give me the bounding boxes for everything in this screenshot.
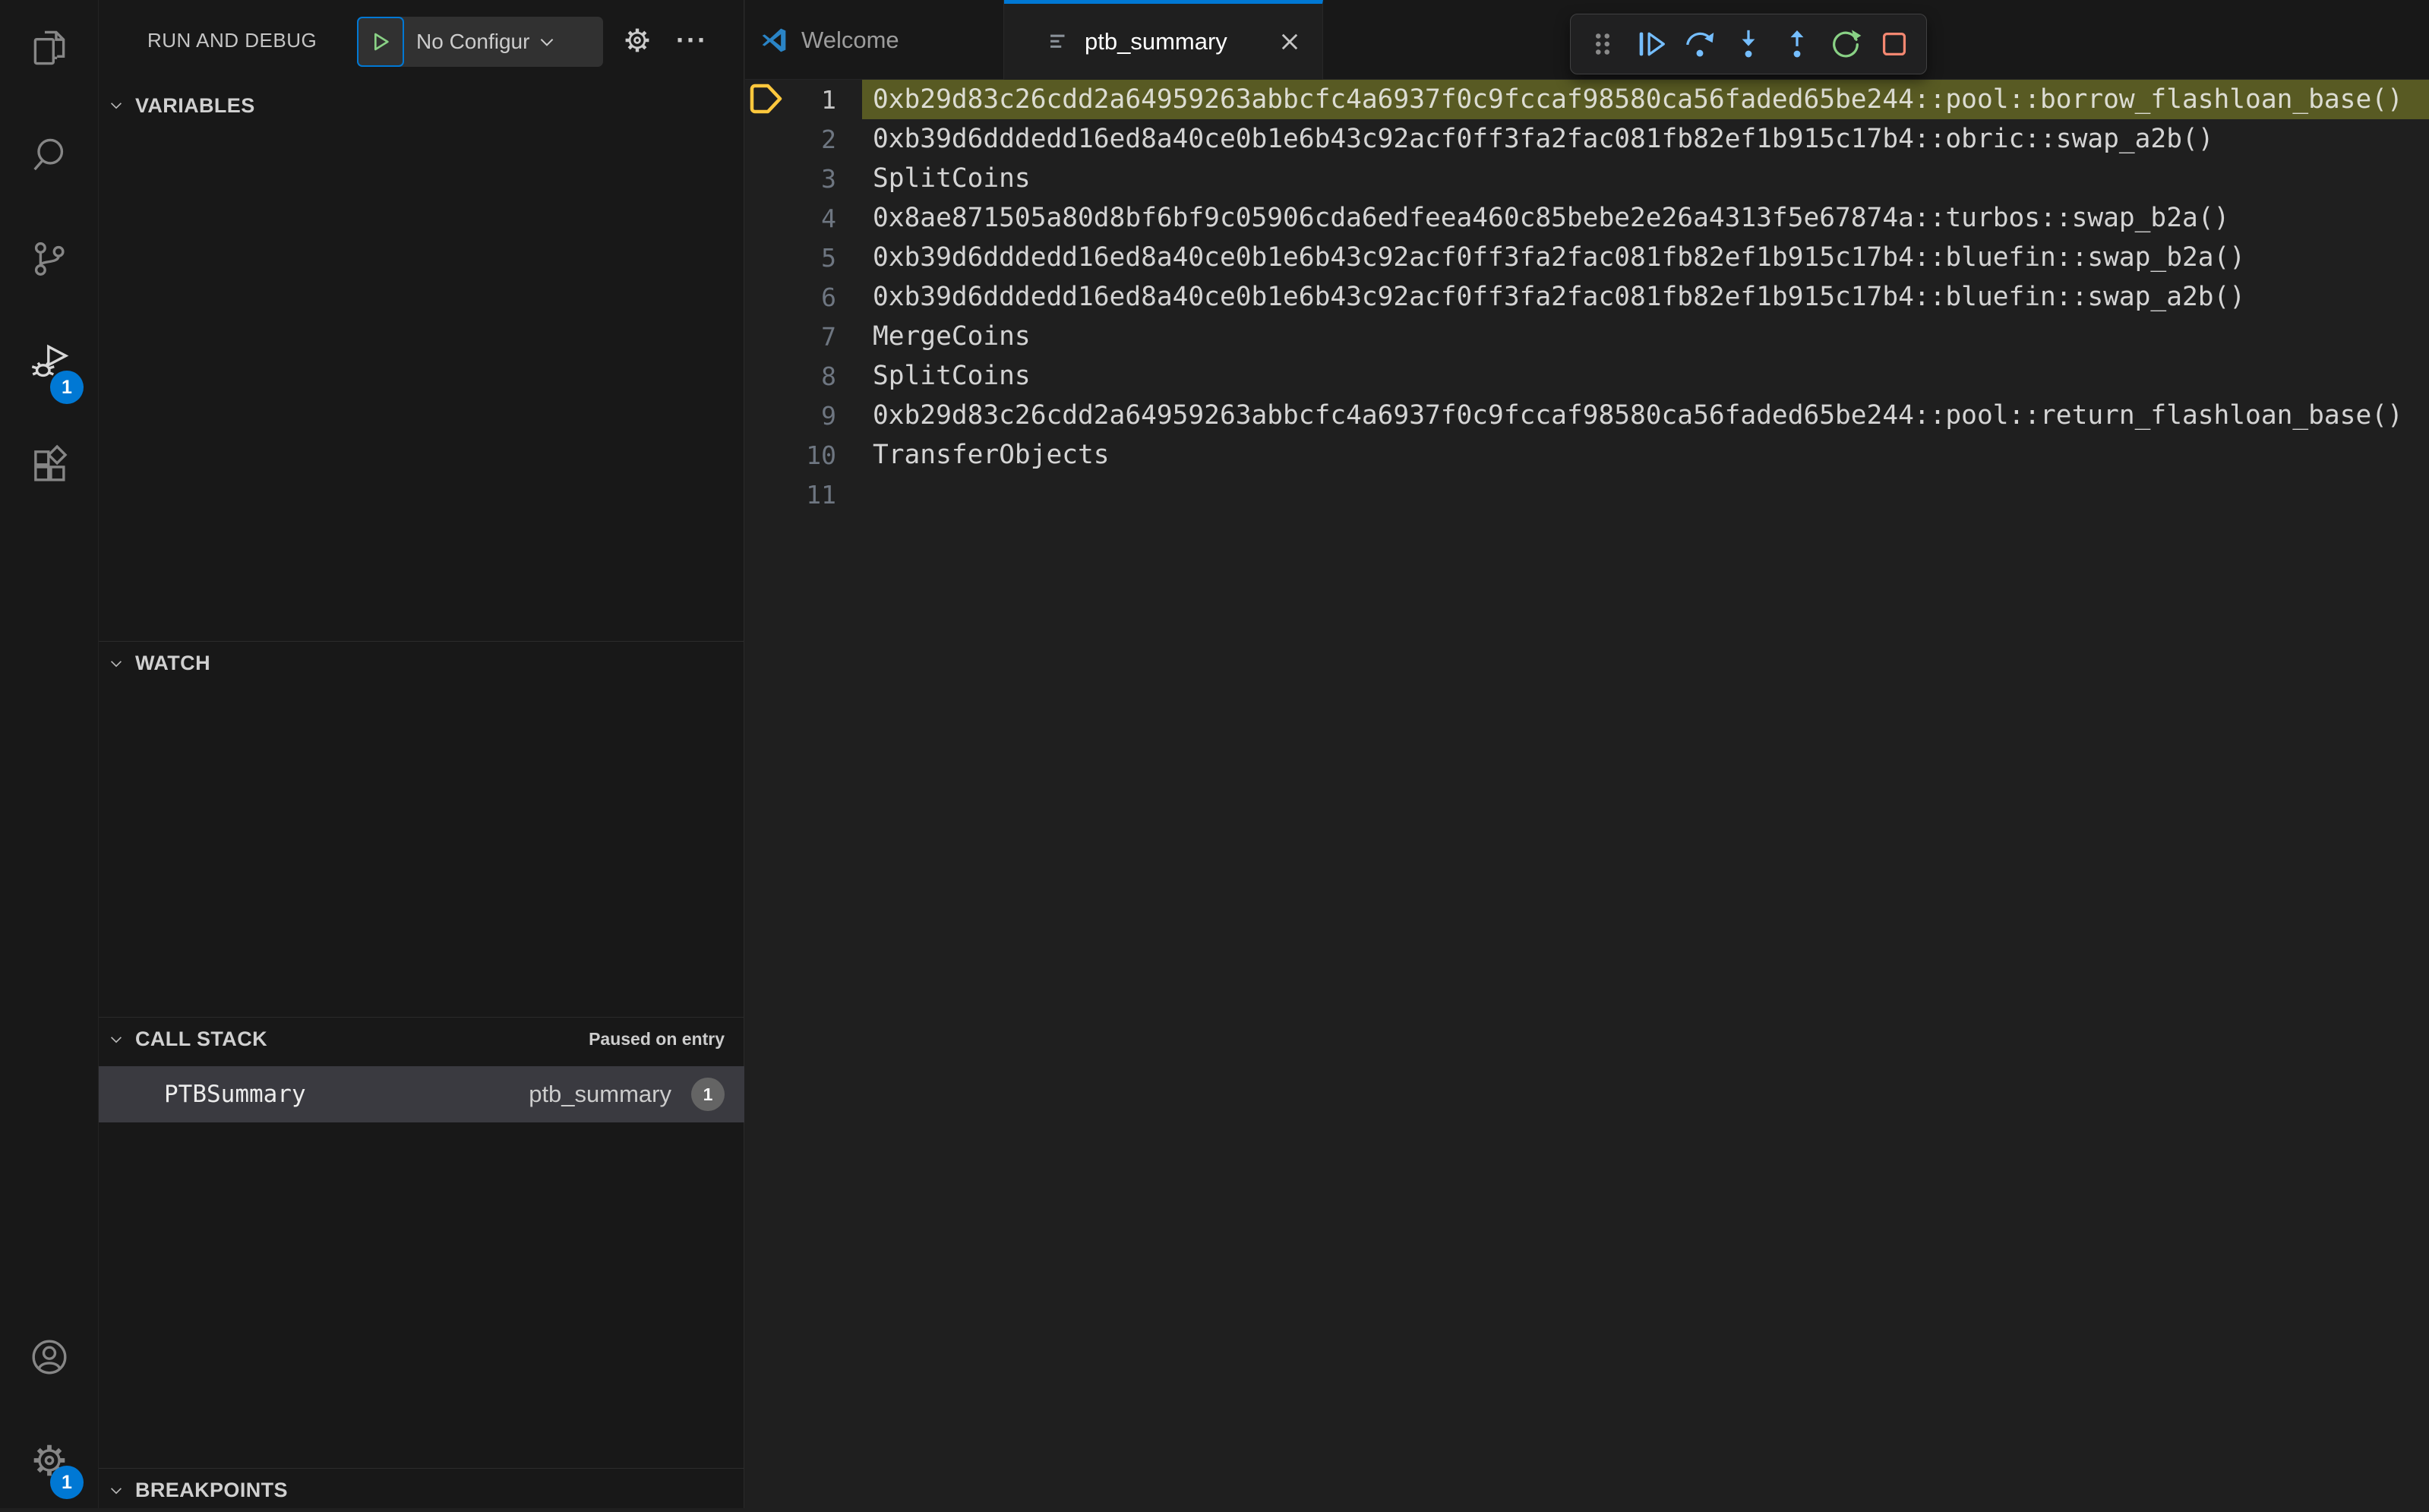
breakpoints-section-header[interactable]: BREAKPOINTS bbox=[99, 1468, 744, 1512]
line-number: 3 bbox=[821, 163, 836, 194]
tab-ptb-summary[interactable]: ptb_summary bbox=[1004, 0, 1323, 80]
continue-button[interactable] bbox=[1627, 14, 1676, 74]
code-text: 0xb39d6dddedd16ed8a40ce0b1e6b43c92acf0ff… bbox=[873, 124, 2214, 154]
code-editor[interactable]: 1 0xb29d83c26cdd2a64959263abbcfc4a6937f0… bbox=[745, 80, 2429, 1508]
chevron-down-icon bbox=[110, 1487, 122, 1494]
toolbar-drag-handle[interactable] bbox=[1578, 14, 1627, 74]
code-text: 0xb29d83c26cdd2a64959263abbcfc4a6937f0c9… bbox=[862, 80, 2429, 119]
line-number: 11 bbox=[806, 479, 836, 510]
config-dropdown-label: No Configur bbox=[416, 30, 530, 53]
chevron-down-icon bbox=[541, 39, 554, 46]
line-number: 7 bbox=[821, 321, 836, 352]
code-line: 7 MergeCoins bbox=[745, 317, 2429, 356]
code-line: 9 0xb29d83c26cdd2a64959263abbcfc4a6937f0… bbox=[745, 396, 2429, 435]
line-number: 9 bbox=[821, 400, 836, 431]
code-text: 0xb39d6dddedd16ed8a40ce0b1e6b43c92acf0ff… bbox=[873, 282, 2246, 312]
line-number: 4 bbox=[821, 203, 836, 233]
breakpoint-gutter[interactable] bbox=[745, 396, 788, 435]
start-debugging-button[interactable] bbox=[357, 17, 404, 67]
breakpoint-gutter[interactable] bbox=[745, 317, 788, 356]
step-into-button[interactable] bbox=[1724, 14, 1773, 74]
more-actions-button[interactable]: ··· bbox=[673, 21, 711, 59]
code-line: 5 0xb39d6dddedd16ed8a40ce0b1e6b43c92acf0… bbox=[745, 238, 2429, 277]
section-title: CALL STACK bbox=[135, 1027, 267, 1050]
breakpoint-gutter[interactable] bbox=[745, 159, 788, 198]
section-title: BREAKPOINTS bbox=[135, 1479, 288, 1501]
call-stack-section-header[interactable]: CALL STACK Paused on entry bbox=[99, 1017, 744, 1061]
call-stack-status: Paused on entry bbox=[589, 1029, 725, 1049]
frame-name: PTBSummary bbox=[164, 1081, 306, 1108]
search-icon[interactable] bbox=[27, 134, 71, 178]
breakpoint-gutter[interactable] bbox=[745, 80, 788, 119]
code-line: 4 0x8ae871505a80d8bf6bf9c05906cda6edfeea… bbox=[745, 198, 2429, 238]
tab-label: Welcome bbox=[801, 26, 899, 53]
breakpoint-gutter[interactable] bbox=[745, 475, 788, 514]
code-text: 0x8ae871505a80d8bf6bf9c05906cda6edfeea46… bbox=[873, 203, 2230, 233]
line-number: 1 bbox=[821, 84, 836, 115]
code-line: 1 0xb29d83c26cdd2a64959263abbcfc4a6937f0… bbox=[745, 80, 2429, 119]
code-text: SplitCoins bbox=[873, 361, 1031, 391]
debug-pause-marker-icon bbox=[750, 84, 782, 114]
debug-config-dropdown[interactable]: No Configur bbox=[357, 17, 603, 67]
line-number: 8 bbox=[821, 361, 836, 391]
debug-settings-gear-button[interactable] bbox=[618, 21, 656, 59]
code-line: 11 bbox=[745, 475, 2429, 514]
code-line: 8 SplitCoins bbox=[745, 356, 2429, 396]
variables-section-header[interactable]: VARIABLES bbox=[99, 84, 744, 128]
breakpoint-gutter[interactable] bbox=[745, 119, 788, 159]
code-line: 2 0xb39d6dddedd16ed8a40ce0b1e6b43c92acf0… bbox=[745, 119, 2429, 159]
breakpoint-gutter[interactable] bbox=[745, 277, 788, 317]
call-stack-frame-row[interactable]: PTBSummary ptb_summary 1 bbox=[99, 1066, 744, 1122]
watch-section-header[interactable]: WATCH bbox=[99, 641, 744, 685]
line-number: 2 bbox=[821, 124, 836, 154]
code-text: TransferObjects bbox=[873, 440, 1110, 470]
run-and-debug-sidebar: RUN AND DEBUG No Configur ··· VARIABLES … bbox=[99, 0, 744, 1508]
step-out-button[interactable] bbox=[1773, 14, 1821, 74]
code-line: 3 SplitCoins bbox=[745, 159, 2429, 198]
section-title: VARIABLES bbox=[135, 93, 255, 117]
line-number: 5 bbox=[821, 242, 836, 273]
breakpoint-gutter[interactable] bbox=[745, 198, 788, 238]
breakpoint-gutter[interactable] bbox=[745, 238, 788, 277]
stop-button[interactable] bbox=[1870, 14, 1919, 74]
list-file-icon bbox=[1050, 34, 1065, 48]
section-title: WATCH bbox=[135, 652, 210, 674]
restart-button[interactable] bbox=[1821, 14, 1870, 74]
line-number: 10 bbox=[806, 440, 836, 470]
debug-badge: 1 bbox=[50, 371, 84, 404]
code-text: SplitCoins bbox=[873, 163, 1031, 194]
account-icon[interactable] bbox=[27, 1335, 71, 1379]
code-text: MergeCoins bbox=[873, 321, 1031, 352]
chevron-down-icon bbox=[110, 1036, 122, 1043]
code-text: 0xb29d83c26cdd2a64959263abbcfc4a6937f0c9… bbox=[873, 400, 2403, 431]
source-control-icon[interactable] bbox=[27, 237, 71, 281]
tab-welcome[interactable]: Welcome bbox=[745, 0, 1004, 80]
settings-badge: 1 bbox=[50, 1466, 84, 1499]
line-number: 6 bbox=[821, 282, 836, 312]
debug-toolbar bbox=[1570, 14, 1927, 74]
chevron-down-icon bbox=[110, 103, 122, 109]
activity-bar: 1 1 bbox=[0, 0, 99, 1508]
play-icon bbox=[374, 33, 389, 51]
extensions-icon[interactable] bbox=[27, 443, 71, 488]
close-tab-icon[interactable] bbox=[1277, 29, 1303, 55]
tab-label: ptb_summary bbox=[1085, 28, 1227, 55]
vscode-logo-icon bbox=[762, 28, 786, 52]
breakpoint-gutter[interactable] bbox=[745, 356, 788, 396]
editor-group: Welcome ptb_summary 1 0xb29d83c26cdd2a64… bbox=[745, 0, 2429, 1508]
breakpoint-gutter[interactable] bbox=[745, 435, 788, 475]
step-over-button[interactable] bbox=[1676, 14, 1724, 74]
frame-badge: 1 bbox=[691, 1078, 725, 1111]
frame-source-file: ptb_summary bbox=[529, 1081, 671, 1107]
chevron-down-icon bbox=[110, 660, 122, 667]
code-line: 10 TransferObjects bbox=[745, 435, 2429, 475]
explorer-icon[interactable] bbox=[27, 26, 71, 70]
code-text: 0xb39d6dddedd16ed8a40ce0b1e6b43c92acf0ff… bbox=[873, 242, 2246, 273]
code-line: 6 0xb39d6dddedd16ed8a40ce0b1e6b43c92acf0… bbox=[745, 277, 2429, 317]
sidebar-title: RUN AND DEBUG bbox=[147, 29, 317, 52]
